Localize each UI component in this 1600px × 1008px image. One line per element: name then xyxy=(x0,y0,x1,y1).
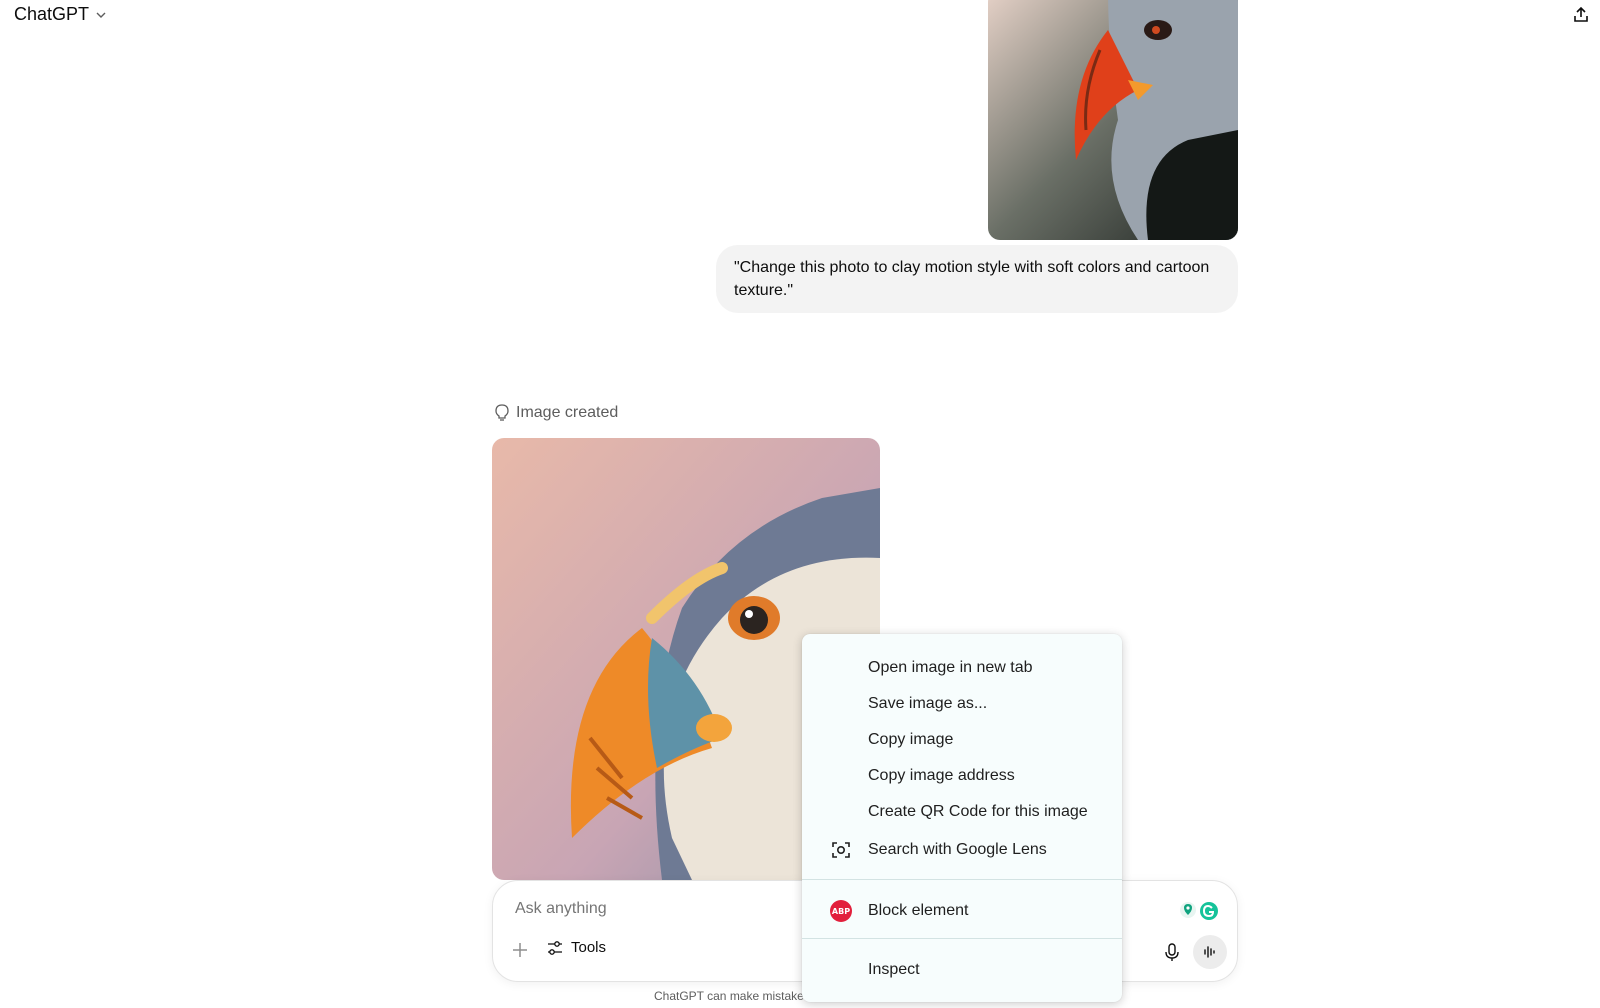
menu-item-label: Block element xyxy=(868,902,969,919)
share-icon xyxy=(1574,6,1588,22)
location-pin-icon[interactable] xyxy=(1179,901,1197,919)
google-lens-icon xyxy=(830,839,852,861)
menu-item-label: Search with Google Lens xyxy=(868,841,1047,858)
menu-copy-image[interactable]: Copy image xyxy=(802,722,1122,758)
user-message-bubble: "Change this photo to clay motion style … xyxy=(716,245,1238,313)
prompt-input[interactable] xyxy=(513,899,817,919)
tools-label: Tools xyxy=(571,939,607,956)
menu-divider xyxy=(802,938,1122,939)
menu-search-google-lens[interactable]: Search with Google Lens xyxy=(802,832,1122,868)
plus-icon[interactable] xyxy=(509,939,531,961)
menu-block-element[interactable]: ABP Block element xyxy=(802,893,1122,929)
chevron-down-icon xyxy=(96,12,106,18)
status-label: Image created xyxy=(516,404,619,421)
menu-item-label: Create QR Code for this image xyxy=(868,803,1088,820)
sliders-icon xyxy=(548,940,562,955)
waveform-icon xyxy=(1204,946,1215,958)
share-button[interactable] xyxy=(1572,6,1596,26)
context-menu: Open image in new tab Save image as... C… xyxy=(802,634,1122,1002)
model-label: ChatGPT xyxy=(14,4,90,24)
menu-save-image-as[interactable]: Save image as... xyxy=(802,686,1122,722)
tools-button[interactable]: Tools xyxy=(547,939,606,956)
user-uploaded-image[interactable] xyxy=(988,0,1238,240)
menu-item-label: Save image as... xyxy=(868,695,988,712)
menu-item-label: Copy image xyxy=(868,731,954,748)
menu-item-label: Inspect xyxy=(868,961,920,978)
menu-divider xyxy=(802,879,1122,880)
assistant-status: Image created xyxy=(494,404,618,422)
top-bar: ChatGPT xyxy=(0,0,1600,30)
microphone-icon[interactable] xyxy=(1161,941,1183,963)
voice-mode-button[interactable] xyxy=(1193,935,1227,969)
menu-inspect[interactable]: Inspect xyxy=(802,952,1122,988)
menu-create-qr-code[interactable]: Create QR Code for this image xyxy=(802,794,1122,830)
menu-item-label: Copy image address xyxy=(868,767,1015,784)
disclaimer-text: ChatGPT can make mistake xyxy=(654,989,804,1003)
adblock-icon: ABP xyxy=(830,900,852,922)
abp-badge: ABP xyxy=(830,900,852,922)
model-switcher[interactable]: ChatGPT xyxy=(14,4,107,25)
menu-item-label: Open image in new tab xyxy=(868,659,1033,676)
menu-copy-image-address[interactable]: Copy image address xyxy=(802,758,1122,794)
menu-open-image-new-tab[interactable]: Open image in new tab xyxy=(802,650,1122,686)
grammarly-icon[interactable] xyxy=(1199,901,1219,921)
lightbulb-icon xyxy=(495,404,509,421)
extension-icons xyxy=(1179,901,1219,921)
